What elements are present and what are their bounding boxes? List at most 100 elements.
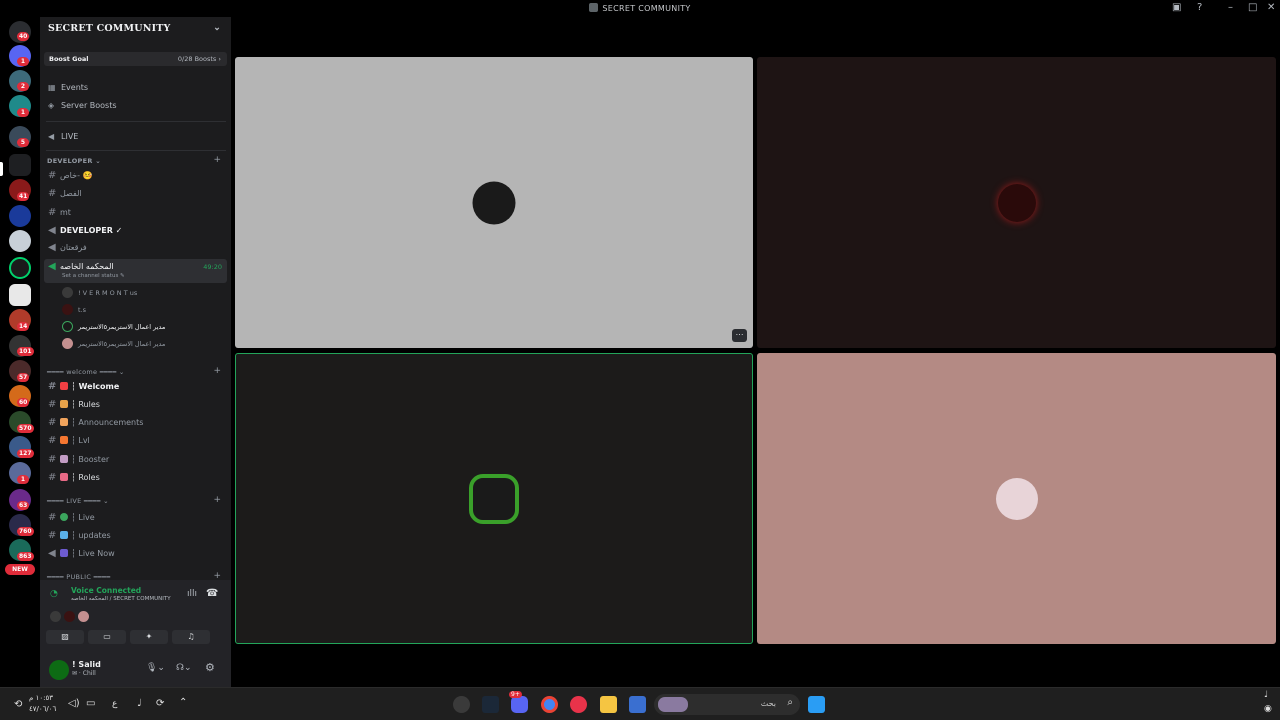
chrome-icon[interactable] [541,696,558,713]
events-link[interactable]: ▦ Events [48,83,88,92]
channel-item[interactable]: # mt [44,205,227,221]
title-bar: SECRET COMMUNITY ▣ ? – □ ✕ [0,0,1280,17]
noise-suppression-icon[interactable]: ıllı [187,589,197,599]
folder-icon[interactable] [600,696,617,713]
avatar[interactable] [49,660,69,680]
activities-button[interactable]: ✦ [130,630,168,644]
window-title: SECRET COMMUNITY [0,3,1280,13]
sync-icon[interactable]: ⟳ [156,698,164,709]
add-channel-icon[interactable]: + [213,366,221,376]
active-voice-channel[interactable]: ◀ المحكمه الخاصه 49:20 Set a channel stat… [44,259,227,283]
soundboard-button[interactable]: ♫ [172,630,210,644]
gear-icon[interactable]: ⚙ [205,661,215,674]
channel-item[interactable]: # ┆ Live [44,510,227,526]
minimize-button[interactable]: – [1228,2,1233,13]
server-icon[interactable] [9,230,31,252]
voice-channel-item[interactable]: ◀ فرقعتان [44,240,227,256]
avatar [78,611,89,622]
channel-item[interactable]: # ┆ updates [44,528,227,544]
channel-status[interactable]: Set a channel status ✎ [62,273,125,279]
voice-user[interactable]: مدير اعمال الاستريمر٥الاستريمر [62,321,165,332]
channel-item[interactable]: # ┆ Welcome [44,379,227,395]
clock-time[interactable]: ١٠:٥٣ م [29,694,53,702]
badge: 863 [17,552,34,561]
pin-icon [60,473,68,481]
search-input[interactable]: بحث ⌕ [654,694,800,715]
help-icon[interactable]: ? [1197,2,1202,13]
signal-icon[interactable]: ◔ [50,589,58,599]
headphones-icon[interactable]: ☊⌄ [176,663,192,673]
hash-icon: # [48,170,57,181]
close-button[interactable]: ✕ [1267,2,1275,13]
server-icon[interactable] [9,284,31,306]
channel-item[interactable]: # ┆ Lvl [44,433,227,449]
server-icon[interactable] [9,257,31,279]
steam-icon[interactable] [482,696,499,713]
boost-goal-bar[interactable]: Boost Goal 0/28 Boosts › [44,52,227,66]
avatar [997,183,1036,222]
participant-tile[interactable] [757,57,1276,348]
badge: 40 [17,32,30,41]
start-icon[interactable] [808,696,825,713]
speaker-icon: ◀ [48,548,56,559]
voice-user[interactable]: مدير اعمال الاستريمر٥الاستريمر [62,338,165,349]
voice-user[interactable]: t.s [62,304,86,315]
participant-tile-speaking[interactable] [235,353,753,644]
server-icon[interactable] [9,205,31,227]
hash-icon: # [48,381,57,392]
inbox-icon[interactable]: ▣ [1172,2,1181,13]
participant-tile[interactable] [757,353,1276,644]
live-stage-channel[interactable]: ◀ LIVE [48,132,78,141]
x-icon [60,382,68,390]
mic-icon[interactable]: ♩ [137,698,142,709]
maximize-button[interactable]: □ [1248,2,1257,13]
channel-item[interactable]: # الفصل [44,186,227,202]
add-channel-icon[interactable]: + [213,495,221,505]
channel-item[interactable]: # ┆ Rules [44,397,227,413]
badge: 2 [17,82,29,91]
channel-item[interactable]: # ┆ Booster [44,452,227,468]
discord-badge: 9+ [509,691,522,698]
disconnect-icon[interactable]: ☎ [206,588,218,599]
notification-icon[interactable]: ⟲ [14,699,22,710]
clock-date[interactable]: ٤٧/٠٦/٠٦ [29,705,56,713]
speaker-icon: ◀ [48,225,56,236]
discord-icon[interactable] [511,696,528,713]
channel-item[interactable]: # ┆ Roles [44,470,227,486]
more-options-button[interactable]: ⋯ [732,329,747,342]
voice-channel-item[interactable]: ◀ DEVELOPER ✓ [44,223,227,239]
folder-icon[interactable] [9,154,31,176]
voice-user[interactable]: ! V E R M O N T us [62,287,137,298]
server-boosts-link[interactable]: ◈ Server Boosts [48,101,117,110]
app-icon[interactable] [453,696,470,713]
volume-icon[interactable]: ◁) [68,698,80,709]
app-icon[interactable] [570,696,587,713]
chevron-up-icon[interactable]: ⌃ [179,697,187,708]
server-header[interactable]: SECRET COMMUNITY ⌄ [40,17,231,43]
language-indicator[interactable]: ع [112,699,117,709]
network-icon[interactable]: ▭ [86,698,95,709]
username[interactable]: ! Salid [72,660,101,669]
voice-channel-item[interactable]: ◀ ┆ Live Now [44,546,227,562]
screen-share-button[interactable]: ▭ [88,630,126,644]
avatar [50,611,61,622]
add-channel-icon[interactable]: + [213,155,221,165]
divider [46,121,226,122]
category-developer[interactable]: DEVELOPER ⌄ [47,157,101,165]
hash-icon: # [48,188,57,199]
voice-connected-subtitle[interactable]: المحكمه الخاصه / SECRET COMMUNITY [71,596,171,602]
scroll-icon [60,400,68,408]
category-welcome[interactable]: ━━━━ welcome ━━━━ ⌄ [47,368,125,376]
participant-tile[interactable]: ⋯ [235,57,753,348]
booster-icon [60,455,68,463]
avatar [62,287,73,298]
camera-off-button[interactable]: ▨ [46,630,84,644]
channel-item[interactable]: # ┆ Announcements [44,415,227,431]
voice-connected-title[interactable]: Voice Connected [71,586,141,595]
settings-icon[interactable]: ◉ [1264,704,1272,714]
category-live[interactable]: ━━━━ LIVE ━━━━ ⌄ [47,497,109,505]
app-icon[interactable] [629,696,646,713]
hash-icon: # [48,530,57,541]
channel-item[interactable]: # خاص- 🤒 [44,168,227,184]
mic-icon[interactable]: 🎙︎⌄ [146,663,165,673]
